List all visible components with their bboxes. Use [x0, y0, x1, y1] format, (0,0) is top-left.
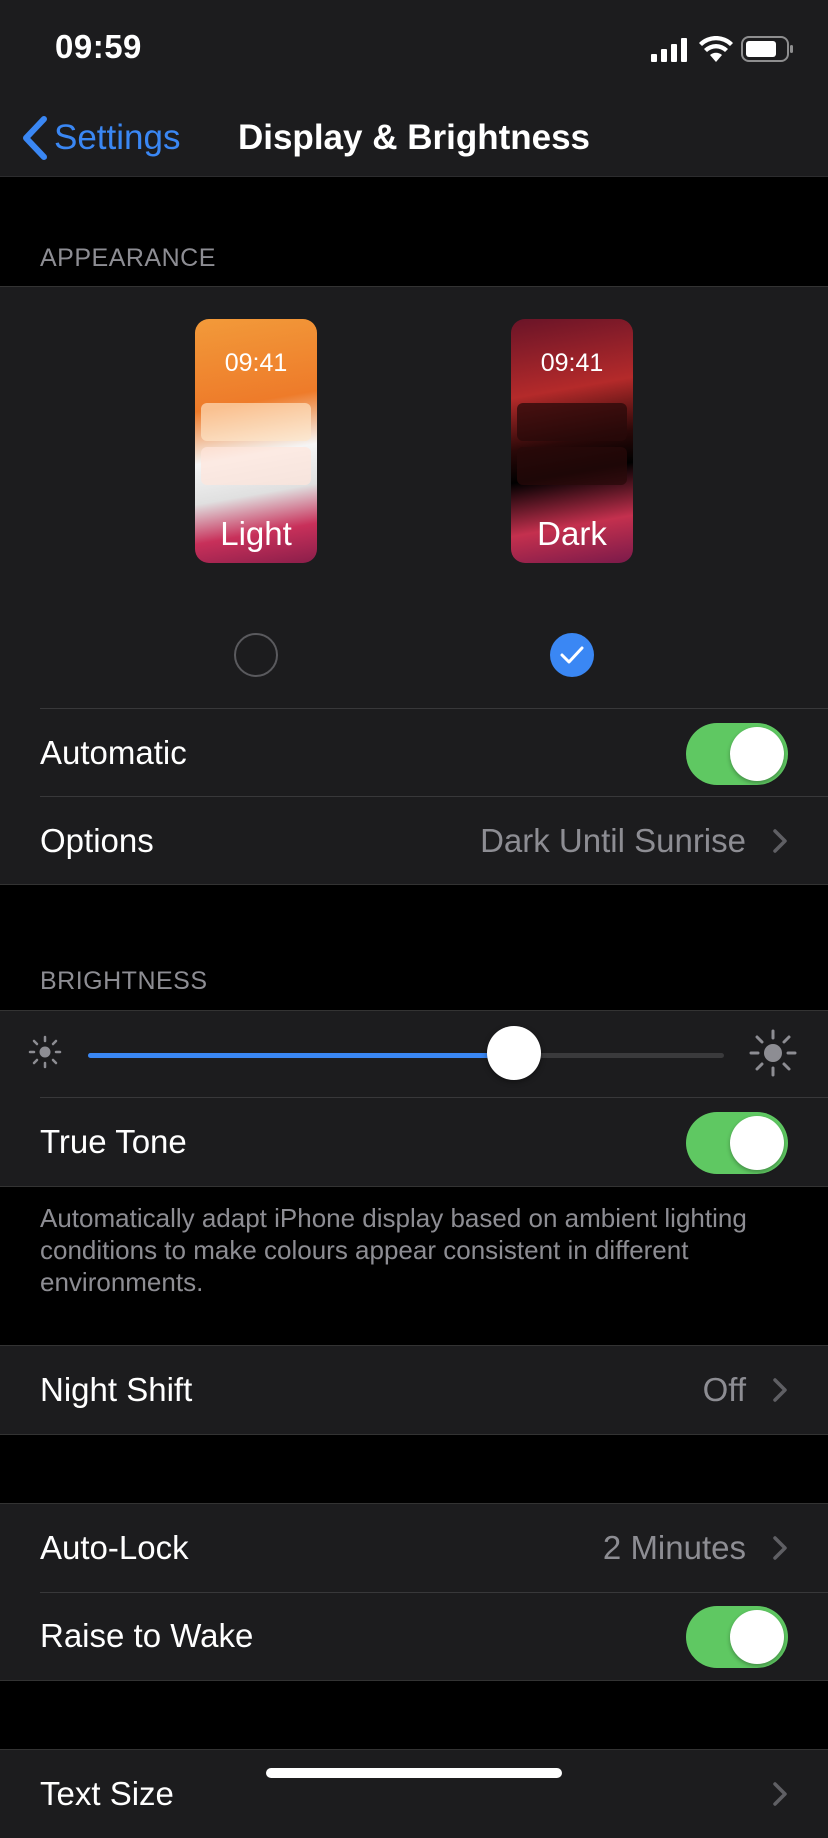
chevron-left-icon: [23, 116, 47, 160]
dark-preview-card: [517, 447, 627, 485]
brightness-group: True Tone: [0, 1010, 828, 1187]
auto-lock-value: 2 Minutes: [602, 1529, 746, 1566]
true-tone-label: True Tone: [40, 1123, 187, 1160]
true-tone-row: True Tone: [0, 1098, 828, 1186]
battery-icon: [741, 36, 793, 62]
true-tone-toggle[interactable]: [686, 1112, 788, 1174]
navigation-bar: Display & Brightness Settings: [0, 100, 828, 177]
automatic-row: Automatic: [0, 709, 828, 797]
options-label: Options: [40, 822, 154, 859]
options-value: Dark Until Sunrise: [480, 822, 746, 859]
auto-lock-label: Auto-Lock: [40, 1529, 189, 1566]
home-indicator[interactable]: [266, 1768, 562, 1778]
wifi-icon: [699, 36, 733, 62]
light-preview-card: [201, 447, 311, 485]
raise-to-wake-row: Raise to Wake: [0, 1592, 828, 1680]
night-shift-value: Off: [702, 1371, 746, 1408]
options-row[interactable]: Options Dark Until Sunrise: [0, 797, 828, 885]
light-mode-radio[interactable]: [234, 633, 278, 677]
night-shift-row[interactable]: Night Shift Off: [0, 1346, 828, 1434]
brightness-slider-fill: [88, 1053, 515, 1058]
chevron-right-icon: [773, 1536, 787, 1560]
dark-preview-card: [517, 403, 627, 441]
sun-small-icon: [28, 1035, 62, 1069]
back-button[interactable]: Settings: [22, 110, 180, 166]
brightness-header: BRIGHTNESS: [40, 967, 208, 995]
brightness-slider-thumb[interactable]: [487, 1026, 542, 1080]
automatic-label: Automatic: [40, 734, 187, 771]
chevron-right-icon: [773, 1378, 787, 1402]
dark-mode-label: Dark: [537, 515, 607, 552]
raise-to-wake-toggle[interactable]: [686, 1606, 788, 1668]
dark-mode-radio[interactable]: [550, 633, 594, 677]
appearance-header: APPEARANCE: [40, 244, 216, 272]
night-shift-group: Night Shift Off: [0, 1345, 828, 1435]
dark-preview-time: 09:41: [540, 349, 604, 377]
appearance-group: 09:41 Light 09:41 Dark Automatic Options…: [0, 286, 828, 885]
back-button-label: Settings: [54, 118, 181, 157]
true-tone-description: Automatically adapt iPhone display based…: [40, 1203, 747, 1297]
checkmark-icon: [560, 646, 584, 664]
raise-to-wake-label: Raise to Wake: [40, 1617, 254, 1654]
light-preview-card: [201, 403, 311, 441]
cellular-signal-icon: [651, 38, 687, 62]
night-shift-label: Night Shift: [40, 1371, 193, 1408]
light-preview-time: 09:41: [224, 349, 288, 377]
light-mode-label: Light: [220, 515, 292, 552]
text-size-row[interactable]: Text Size: [0, 1750, 828, 1838]
chevron-right-icon: [773, 1782, 787, 1806]
auto-lock-row[interactable]: Auto-Lock 2 Minutes: [0, 1504, 828, 1592]
status-time: 09:59: [55, 28, 142, 65]
lock-group: Auto-Lock 2 Minutes Raise to Wake: [0, 1503, 828, 1681]
sun-large-icon: [749, 1029, 797, 1077]
text-group: Text Size: [0, 1749, 828, 1838]
chevron-right-icon: [773, 829, 787, 853]
text-size-label: Text Size: [40, 1775, 174, 1812]
automatic-toggle[interactable]: [686, 723, 788, 785]
status-bar: 09:59: [0, 0, 828, 100]
